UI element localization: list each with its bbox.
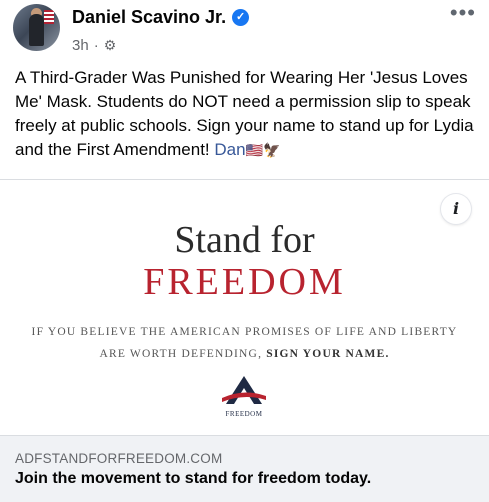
ad-tagline-cta: SIGN YOUR NAME. — [266, 348, 390, 360]
ad-headline-line2: FREEDOM — [143, 261, 346, 303]
signature-link[interactable]: Dan — [214, 140, 245, 159]
ad-card[interactable]: i Stand for FREEDOM IF YOU BELIEVE THE A… — [0, 179, 489, 502]
post-header: Daniel Scavino Jr. ✓ 3h · ⚙ ••• — [0, 0, 489, 62]
adf-logo-text: FREEDOM — [225, 410, 263, 418]
link-title[interactable]: Join the movement to stand for freedom t… — [15, 470, 371, 488]
meta-separator: · — [93, 37, 99, 54]
privacy-gear-icon[interactable]: ⚙ — [104, 37, 117, 54]
ad-tagline-text: IF YOU BELIEVE THE AMERICAN PROMISES OF … — [31, 326, 458, 360]
verified-badge-icon: ✓ — [232, 9, 250, 26]
author-name[interactable]: Daniel Scavino Jr. — [72, 7, 226, 28]
link-domain: ADFSTANDFORFREEDOM.COM — [15, 451, 223, 466]
ad-tagline: IF YOU BELIEVE THE AMERICAN PROMISES OF … — [20, 321, 469, 365]
post-text: A Third-Grader Was Punished for Wearing … — [15, 66, 480, 162]
ad-headline-line1: Stand for — [174, 219, 315, 261]
link-preview[interactable]: ADFSTANDFORFREEDOM.COM Join the movement… — [0, 435, 489, 502]
flag-eagle-emoji: 🇺🇸🦅 — [245, 142, 281, 158]
author-row: Daniel Scavino Jr. ✓ — [72, 7, 250, 28]
post-meta: 3h · ⚙ — [72, 37, 116, 54]
ad-image[interactable]: i Stand for FREEDOM IF YOU BELIEVE THE A… — [0, 180, 489, 435]
adf-logo-mark-icon — [222, 376, 266, 404]
more-options-icon[interactable]: ••• — [450, 2, 476, 24]
avatar-flag — [44, 10, 54, 24]
author-avatar[interactable] — [13, 4, 60, 51]
adf-logo: FREEDOM — [212, 374, 276, 424]
avatar-figure — [29, 14, 44, 46]
post-time[interactable]: 3h — [72, 37, 89, 54]
